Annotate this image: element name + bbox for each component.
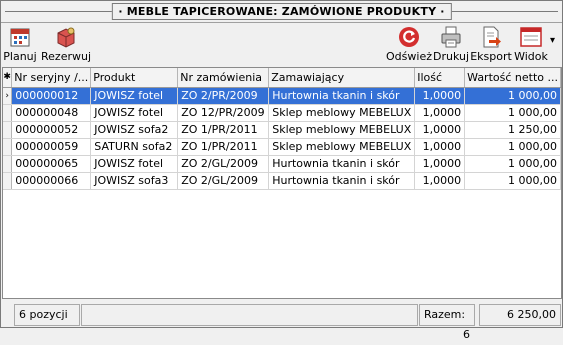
calendar-icon (10, 28, 30, 47)
cell-net-value[interactable]: 1 000,00 (464, 138, 561, 156)
cell-net-value[interactable]: 1 000,00 (464, 87, 561, 105)
table-row[interactable]: 000000059 SATURN sofa2 ZO 1/PR/2011 Skle… (3, 138, 561, 156)
cell-customer[interactable]: Hurtownia tkanin i skór (268, 87, 416, 105)
cell-serial[interactable]: 000000012 (11, 87, 92, 105)
cell-product[interactable]: JOWISZ fotel (90, 87, 179, 105)
table-row[interactable]: › 000000012 JOWISZ fotel ZO 2/PR/2009 Hu… (3, 87, 561, 105)
row-indicator[interactable]: › (3, 87, 13, 105)
cell-serial[interactable]: 000000059 (11, 138, 92, 156)
export-icon (483, 26, 501, 48)
table-row[interactable]: 000000052 JOWISZ sofa2 ZO 1/PR/2011 Skle… (3, 121, 561, 139)
table-row[interactable]: 000000065 JOWISZ fotel ZO 2/GL/2009 Hurt… (3, 155, 561, 173)
column-header-order-no[interactable]: Nr zamówienia (177, 68, 270, 88)
cell-quantity[interactable]: 1,0000 (414, 155, 466, 173)
table-header-row: ✱ Nr seryjny /... Produkt Nr zamówienia … (3, 68, 561, 88)
cell-quantity[interactable]: 1,0000 (414, 121, 466, 139)
cell-order-no[interactable]: ZO 2/PR/2009 (177, 87, 270, 105)
window-title: · MEBLE TAPICEROWANE: ZAMÓWIONE PRODUKTY… (111, 3, 452, 20)
cell-quantity[interactable]: 1,0000 (414, 172, 466, 190)
cell-order-no[interactable]: ZO 1/PR/2011 (177, 138, 270, 156)
print-icon (441, 26, 461, 48)
cell-order-no[interactable]: ZO 2/GL/2009 (177, 155, 270, 173)
cell-serial[interactable]: 000000065 (11, 155, 92, 173)
cell-net-value[interactable]: 1 250,00 (464, 121, 561, 139)
table-row[interactable]: 000000048 JOWISZ fotel ZO 12/PR/2009 Skl… (3, 104, 561, 122)
cell-product[interactable]: JOWISZ fotel (90, 104, 179, 122)
reserve-button[interactable]: Rezerwuj (41, 23, 91, 65)
row-indicator[interactable] (3, 155, 13, 173)
status-total-label: Razem: (424, 308, 466, 321)
print-label: Drukuj (432, 50, 470, 63)
cell-order-no[interactable]: ZO 12/PR/2009 (177, 104, 270, 122)
table-row[interactable]: 000000066 JOWISZ sofa3 ZO 2/GL/2009 Hurt… (3, 172, 561, 190)
row-indicator[interactable] (3, 121, 13, 139)
column-header-customer[interactable]: Zamawiający (268, 68, 416, 88)
status-spacer (81, 304, 418, 326)
cell-customer[interactable]: Sklep meblowy MEBELUX (268, 121, 416, 139)
refresh-button[interactable]: Odśwież (386, 23, 432, 65)
cell-customer[interactable]: Hurtownia tkanin i skór (268, 155, 416, 173)
view-label: Widok (514, 50, 548, 63)
plan-label: Planuj (3, 50, 37, 63)
cell-quantity[interactable]: 1,0000 (414, 87, 466, 105)
view-icon (520, 27, 542, 47)
view-button[interactable]: Widok (513, 23, 549, 65)
view-dropdown-chevron-icon[interactable]: ▾ (550, 35, 560, 46)
status-total-value: 6 250,00 (479, 304, 561, 326)
title-bar: · MEBLE TAPICEROWANE: ZAMÓWIONE PRODUKTY… (1, 1, 562, 23)
export-label: Eksport (470, 50, 512, 63)
status-bar: 6 pozycji Razem: 6 6 250,00 (1, 301, 562, 341)
status-total-count: 6 (463, 328, 470, 341)
reserve-icon (57, 27, 75, 48)
app-window: · MEBLE TAPICEROWANE: ZAMÓWIONE PRODUKTY… (0, 0, 563, 341)
row-indicator[interactable] (3, 172, 13, 190)
cell-product[interactable]: JOWISZ sofa3 (90, 172, 179, 190)
select-all-indicator[interactable]: ✱ (3, 68, 13, 88)
toolbar: Planuj Rezerwuj Odśwież Drukuj Eksport W… (1, 23, 562, 65)
cell-net-value[interactable]: 1 000,00 (464, 172, 561, 190)
row-indicator[interactable] (3, 104, 13, 122)
cell-order-no[interactable]: ZO 1/PR/2011 (177, 121, 270, 139)
cell-customer[interactable]: Hurtownia tkanin i skór (268, 172, 416, 190)
refresh-icon (399, 27, 419, 47)
cell-net-value[interactable]: 1 000,00 (464, 104, 561, 122)
cell-quantity[interactable]: 1,0000 (414, 104, 466, 122)
refresh-label: Odśwież (386, 50, 432, 63)
cell-quantity[interactable]: 1,0000 (414, 138, 466, 156)
cell-product[interactable]: JOWISZ fotel (90, 155, 179, 173)
cell-net-value[interactable]: 1 000,00 (464, 155, 561, 173)
plan-button[interactable]: Planuj (3, 23, 37, 65)
products-grid[interactable]: ✱ Nr seryjny /... Produkt Nr zamówienia … (2, 67, 562, 299)
cell-serial[interactable]: 000000066 (11, 172, 92, 190)
column-header-net-value[interactable]: Wartość netto ... (464, 68, 561, 88)
column-header-quantity[interactable]: Ilość (414, 68, 466, 88)
products-table: ✱ Nr seryjny /... Produkt Nr zamówienia … (3, 68, 561, 190)
export-button[interactable]: Eksport (470, 23, 512, 65)
column-header-product[interactable]: Produkt (90, 68, 179, 88)
cell-serial[interactable]: 000000048 (11, 104, 92, 122)
cell-order-no[interactable]: ZO 2/GL/2009 (177, 172, 270, 190)
status-total: Razem: 6 (419, 304, 475, 341)
cell-serial[interactable]: 000000052 (11, 121, 92, 139)
cell-product[interactable]: SATURN sofa2 (90, 138, 179, 156)
column-header-serial[interactable]: Nr seryjny /... (11, 68, 92, 88)
row-indicator[interactable] (3, 138, 13, 156)
cell-customer[interactable]: Sklep meblowy MEBELUX (268, 104, 416, 122)
reserve-label: Rezerwuj (41, 50, 92, 63)
print-button[interactable]: Drukuj (432, 23, 470, 65)
cell-customer[interactable]: Sklep meblowy MEBELUX (268, 138, 416, 156)
status-row-count: 6 pozycji (14, 304, 80, 326)
cell-product[interactable]: JOWISZ sofa2 (90, 121, 179, 139)
